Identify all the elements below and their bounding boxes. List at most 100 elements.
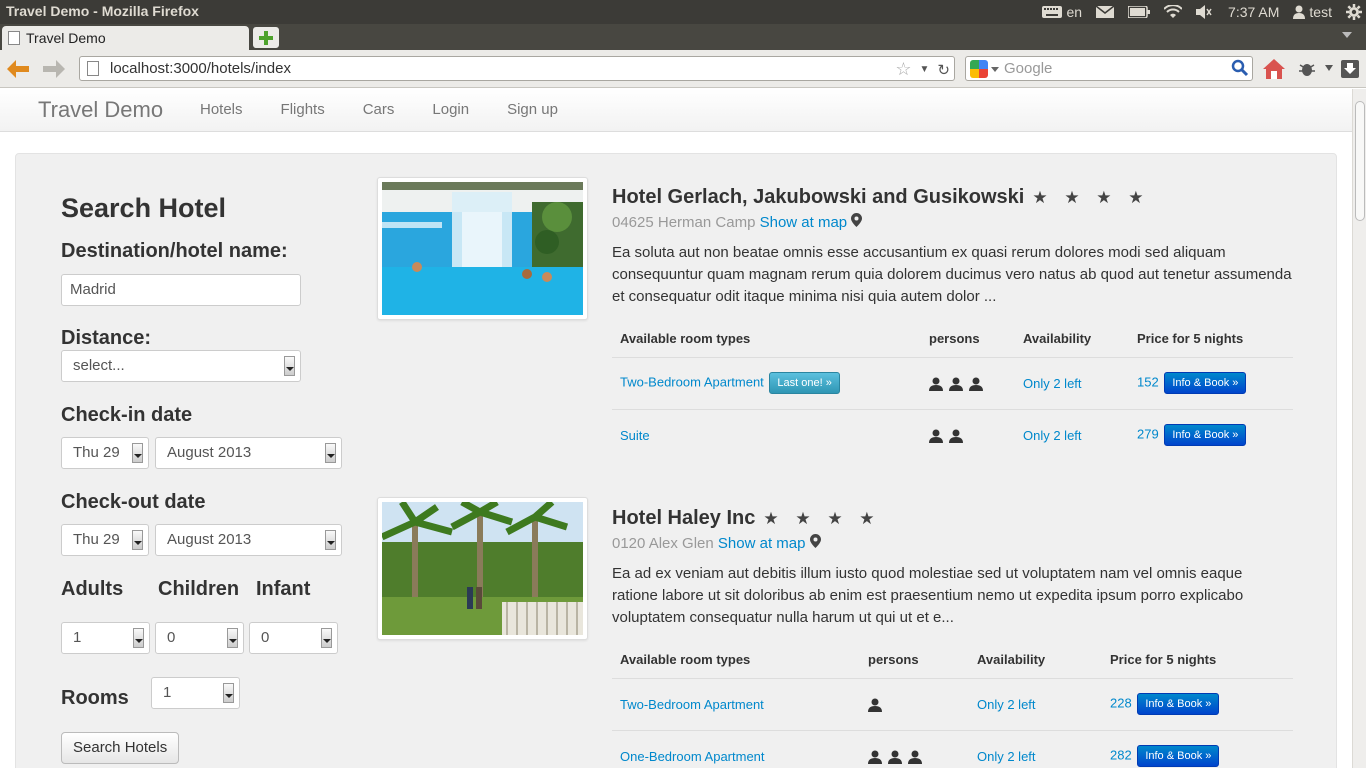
last-one-button[interactable]: Last one! »	[769, 372, 840, 394]
hotel-name[interactable]: Hotel Haley Inc ★ ★ ★ ★	[612, 507, 881, 530]
price-text: 282	[1110, 747, 1132, 763]
persons-cell	[860, 730, 969, 768]
price-text: 228	[1110, 695, 1132, 711]
bookmark-star-icon[interactable]: ☆	[895, 59, 911, 80]
google-engine-icon[interactable]	[970, 60, 988, 78]
addon-dropdown-icon[interactable]	[1325, 65, 1333, 71]
mail-icon[interactable]	[1096, 6, 1115, 18]
info-book-button[interactable]: Info & Book »	[1164, 424, 1247, 447]
infant-select[interactable]: 0	[249, 622, 338, 654]
infant-value: 0	[261, 629, 270, 646]
rooms-table: Available room types persons Availabilit…	[612, 642, 1293, 768]
search-icon[interactable]	[1231, 59, 1249, 81]
clock[interactable]: 7:37 AM	[1228, 4, 1279, 20]
nav-link-cars[interactable]: Cars	[363, 101, 395, 118]
volume-icon[interactable]	[1196, 5, 1214, 19]
children-select[interactable]: 0	[155, 622, 244, 654]
keyboard-icon[interactable]: en	[1042, 4, 1082, 20]
hotel-address: 0120 Alex Glen Show at map	[612, 534, 821, 552]
search-input[interactable]: Google	[965, 56, 1253, 81]
search-hotels-button[interactable]: Search Hotels	[61, 732, 180, 764]
wifi-icon[interactable]	[1164, 5, 1183, 19]
battery-icon[interactable]	[1128, 6, 1151, 18]
room-type-link[interactable]: One-Bedroom Apartment	[620, 749, 765, 764]
user-menu[interactable]: test	[1293, 4, 1332, 20]
adults-value: 1	[73, 629, 82, 646]
hotel-thumbnail[interactable]	[377, 497, 588, 640]
hotel-address-text: 04625 Herman Camp	[612, 214, 756, 231]
nav-link-hotels[interactable]: Hotels	[200, 101, 243, 118]
new-tab-button[interactable]	[253, 27, 279, 48]
adults-select[interactable]: 1	[61, 622, 150, 654]
hotel-photo-pool	[382, 182, 583, 315]
rooms-label: Rooms	[61, 687, 129, 709]
select-arrow-icon	[133, 628, 144, 648]
nav-link-signup[interactable]: Sign up	[507, 101, 558, 118]
home-button[interactable]	[1262, 57, 1286, 81]
availability-link[interactable]: Only 2 left	[977, 697, 1036, 712]
site-brand[interactable]: Travel Demo	[38, 97, 163, 123]
tab-list-dropdown-icon[interactable]	[1342, 32, 1352, 38]
room-type-link[interactable]: Two-Bedroom Apartment	[620, 374, 764, 389]
persons-cell	[921, 357, 1015, 410]
browser-tab[interactable]: Travel Demo	[2, 26, 249, 50]
info-book-button[interactable]: Info & Book »	[1164, 372, 1247, 394]
distance-select[interactable]: select...	[61, 350, 301, 382]
page-scrollbar[interactable]	[1352, 89, 1366, 768]
col-header-persons: persons	[860, 642, 969, 679]
checkin-day-select[interactable]: Thu 29	[61, 437, 149, 469]
select-arrow-icon	[223, 683, 234, 703]
nav-link-login[interactable]: Login	[432, 101, 469, 118]
availability-link[interactable]: Only 2 left	[1023, 376, 1082, 391]
availability-link[interactable]: Only 2 left	[1023, 428, 1082, 443]
checkout-month-select[interactable]: August 2013	[155, 524, 342, 556]
window-title: Travel Demo - Mozilla Firefox	[6, 3, 199, 19]
show-at-map-link[interactable]: Show at map	[718, 535, 806, 552]
col-header-persons: persons	[921, 321, 1015, 358]
checkin-day-value: Thu 29	[73, 444, 120, 461]
reload-icon[interactable]: ↻	[937, 61, 950, 79]
room-type-link[interactable]: Two-Bedroom Apartment	[620, 697, 764, 712]
url-history-dropdown-icon[interactable]: ▼	[920, 64, 930, 75]
engine-dropdown-icon[interactable]	[991, 67, 999, 72]
availability-link[interactable]: Only 2 left	[977, 749, 1036, 764]
map-marker-icon	[851, 213, 863, 227]
rooms-table: Available room types persons Availabilit…	[612, 321, 1293, 461]
browser-tab-bar: Travel Demo	[0, 24, 1366, 50]
persons-cell	[860, 678, 969, 731]
forward-button[interactable]	[42, 57, 66, 81]
hotel-thumbnail[interactable]	[377, 177, 588, 320]
table-row: Two-Bedroom Apartment Last one! » Only 2…	[612, 357, 1293, 410]
room-type-link[interactable]: Suite	[620, 428, 650, 443]
distance-label: Distance:	[61, 327, 152, 349]
select-arrow-icon	[321, 628, 332, 648]
addon-button[interactable]	[1295, 57, 1319, 81]
url-bar[interactable]: localhost:3000/hotels/index ☆ ▼ ↻	[79, 56, 955, 81]
table-row: One-Bedroom Apartment Only 2 left 282 In…	[612, 730, 1293, 768]
site-navbar: Travel Demo Hotels Flights Cars Login Si…	[0, 89, 1352, 132]
nav-link-flights[interactable]: Flights	[281, 101, 325, 118]
table-row: Suite Only 2 left 279 Info & Book »	[612, 409, 1293, 461]
person-icon	[949, 429, 963, 444]
downloads-button[interactable]	[1340, 57, 1360, 81]
hotel-name[interactable]: Hotel Gerlach, Jakubowski and Gusikowski…	[612, 186, 1150, 209]
star-rating: ★ ★ ★ ★	[1032, 188, 1150, 207]
select-arrow-icon	[132, 530, 143, 550]
hotel-photo-garden	[382, 502, 583, 635]
children-label: Children	[158, 578, 240, 600]
checkin-month-select[interactable]: August 2013	[155, 437, 342, 469]
destination-input[interactable]: Madrid	[61, 274, 301, 306]
map-marker-icon	[809, 534, 821, 548]
forward-arrow-icon	[43, 60, 65, 78]
rooms-select[interactable]: 1	[151, 677, 240, 709]
gear-icon[interactable]	[1346, 4, 1362, 20]
page-icon	[87, 61, 99, 76]
person-icon	[949, 377, 963, 391]
scrollbar-thumb[interactable]	[1355, 101, 1365, 221]
back-button[interactable]	[6, 57, 30, 81]
info-book-button[interactable]: Info & Book »	[1137, 745, 1220, 768]
show-at-map-link[interactable]: Show at map	[760, 214, 848, 231]
adults-label: Adults	[61, 578, 124, 600]
checkout-day-select[interactable]: Thu 29	[61, 524, 149, 556]
info-book-button[interactable]: Info & Book »	[1137, 693, 1220, 715]
